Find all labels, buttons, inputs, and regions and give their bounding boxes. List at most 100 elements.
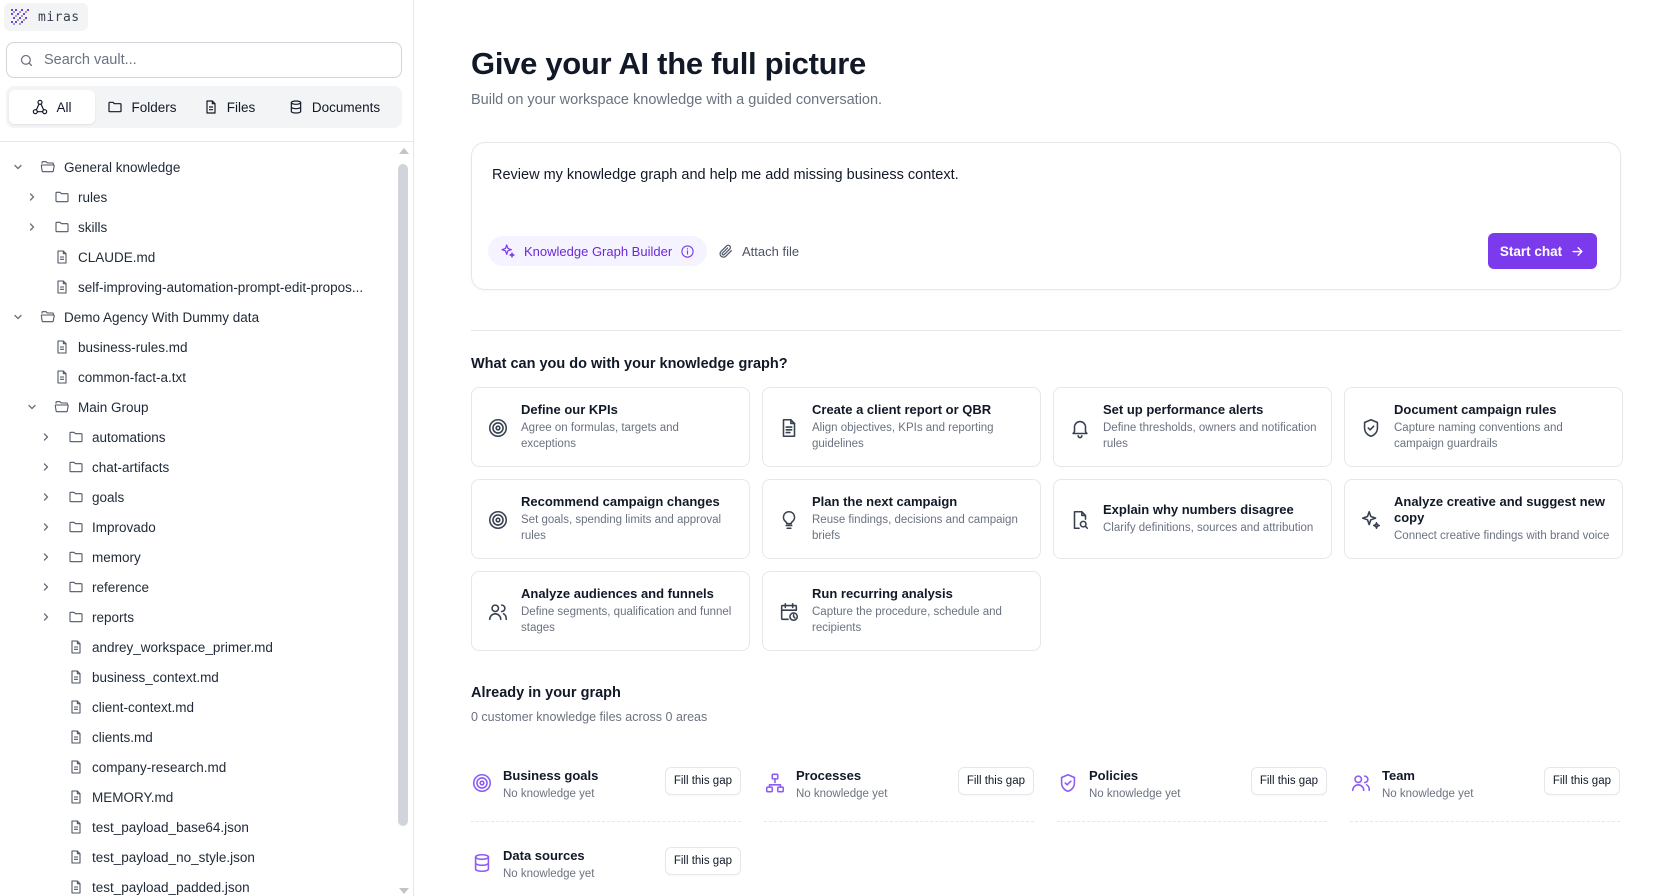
knowledge-area-status: No knowledge yet: [503, 788, 595, 800]
scroll-down-arrow-icon[interactable]: [399, 888, 409, 894]
start-chat-button[interactable]: Start chat: [1488, 233, 1597, 269]
tree-folder[interactable]: goals: [0, 482, 396, 512]
chevron-right-icon[interactable]: [40, 611, 52, 623]
tree-file[interactable]: MEMORY.md: [0, 782, 396, 812]
scroll-up-arrow-icon[interactable]: [399, 148, 409, 154]
action-card[interactable]: Document campaign rules Capture naming c…: [1344, 387, 1623, 467]
tree-folder[interactable]: skills: [0, 212, 396, 242]
file-icon: [57, 340, 67, 354]
tree-file[interactable]: self-improving-automation-prompt-edit-pr…: [0, 272, 396, 302]
action-card[interactable]: Run recurring analysis Capture the proce…: [762, 571, 1041, 651]
tree-file[interactable]: common-fact-a.txt: [0, 362, 396, 392]
tree-scrollbar[interactable]: [397, 148, 409, 896]
workflow-icon: [764, 772, 786, 794]
tab-files[interactable]: Files: [189, 90, 269, 124]
fill-gap-button[interactable]: Fill this gap: [664, 767, 741, 795]
chevron-right-icon[interactable]: [26, 221, 38, 233]
action-card[interactable]: Analyze creative and suggest new copy Co…: [1344, 479, 1623, 559]
tree-item-label: rules: [78, 190, 108, 205]
action-card[interactable]: Create a client report or QBR Align obje…: [762, 387, 1041, 467]
tree-item-label: memory: [92, 550, 141, 565]
scroll-thumb[interactable]: [398, 164, 408, 826]
chevron-down-icon[interactable]: [26, 401, 38, 413]
chevron-right-icon[interactable]: [40, 551, 52, 563]
tab-all[interactable]: All: [9, 90, 95, 124]
tree-folder[interactable]: memory: [0, 542, 396, 572]
composer-input[interactable]: Review my knowledge graph and help me ad…: [492, 167, 959, 183]
tree-file[interactable]: test_payload_base64.json: [0, 812, 396, 842]
action-card[interactable]: Define our KPIs Agree on formulas, targe…: [471, 387, 750, 467]
fill-gap-button[interactable]: Fill this gap: [957, 767, 1034, 795]
tab-folders[interactable]: Folders: [97, 90, 187, 124]
tree-file[interactable]: clients.md: [0, 722, 396, 752]
tree-item-label: common-fact-a.txt: [78, 370, 187, 385]
chevron-right-icon[interactable]: [40, 461, 52, 473]
chevron-right-icon[interactable]: [26, 191, 38, 203]
action-card-description: Align objectives, KPIs and reporting gui…: [812, 422, 994, 450]
tree-file[interactable]: business_context.md: [0, 662, 396, 692]
tree-folder[interactable]: reference: [0, 572, 396, 602]
tree-folder[interactable]: reports: [0, 602, 396, 632]
file-icon: [71, 880, 81, 894]
document-icon: [778, 417, 800, 439]
action-card-text: Create a client report or QBR Align obje…: [812, 388, 1028, 466]
chevron-down-icon[interactable]: [12, 161, 24, 173]
action-card-text: Analyze creative and suggest new copy Co…: [1394, 480, 1610, 558]
search-input[interactable]: [44, 52, 401, 68]
tree-folder[interactable]: chat-artifacts: [0, 452, 396, 482]
action-card[interactable]: Recommend campaign changes Set goals, sp…: [471, 479, 750, 559]
action-card-title: Define our KPIs: [521, 402, 618, 417]
knowledge-area-title: Team: [1382, 768, 1415, 783]
knowledge-area-title: Business goals: [503, 768, 599, 783]
tree-item-label: client-context.md: [92, 700, 195, 715]
tree-item-label: business_context.md: [92, 670, 219, 685]
file-icon: [71, 700, 81, 714]
fill-gap-button[interactable]: Fill this gap: [1543, 767, 1620, 795]
tab-files-label: Files: [226, 99, 256, 115]
chevron-right-icon[interactable]: [40, 581, 52, 593]
tree-file[interactable]: CLAUDE.md: [0, 242, 396, 272]
chevron-down-icon[interactable]: [12, 311, 24, 323]
fill-gap-button[interactable]: Fill this gap: [664, 847, 741, 875]
app-logo[interactable]: miras: [4, 3, 88, 31]
action-card[interactable]: Set up performance alerts Define thresho…: [1053, 387, 1332, 467]
action-card-description: Clarify definitions, sources and attribu…: [1103, 522, 1314, 534]
tree-file[interactable]: test_payload_padded.json: [0, 872, 396, 896]
action-card-title: Set up performance alerts: [1103, 402, 1264, 417]
tab-documents[interactable]: Documents: [271, 90, 397, 124]
tree-file[interactable]: company-research.md: [0, 752, 396, 782]
target-icon: [487, 509, 509, 531]
mode-pill[interactable]: Knowledge Graph Builder: [488, 236, 708, 266]
info-icon[interactable]: [680, 244, 695, 259]
action-card[interactable]: Analyze audiences and funnels Define seg…: [471, 571, 750, 651]
fill-gap-button[interactable]: Fill this gap: [1250, 767, 1327, 795]
tree-item-label: CLAUDE.md: [78, 250, 156, 265]
database-icon: [290, 100, 302, 114]
action-card[interactable]: Explain why numbers disagree Clarify def…: [1053, 479, 1332, 559]
tree-folder[interactable]: Main Group: [0, 392, 396, 422]
tree-file[interactable]: test_payload_no_style.json: [0, 842, 396, 872]
folder-icon: [108, 101, 123, 113]
mode-pill-label: Knowledge Graph Builder: [524, 243, 673, 259]
action-card[interactable]: Plan the next campaign Reuse findings, d…: [762, 479, 1041, 559]
chevron-right-icon[interactable]: [40, 521, 52, 533]
action-card-description: Agree on formulas, targets and exception…: [521, 422, 679, 450]
chevron-right-icon[interactable]: [40, 491, 52, 503]
chevron-right-icon[interactable]: [40, 431, 52, 443]
tree-folder[interactable]: Improvado: [0, 512, 396, 542]
search-box[interactable]: [6, 42, 402, 78]
tree-file[interactable]: client-context.md: [0, 692, 396, 722]
tree-folder[interactable]: General knowledge: [0, 152, 396, 182]
tree-item-label: andrey_workspace_primer.md: [92, 640, 273, 655]
attach-file-button[interactable]: Attach file: [718, 236, 799, 266]
tree-folder[interactable]: Demo Agency With Dummy data: [0, 302, 396, 332]
tree-file[interactable]: andrey_workspace_primer.md: [0, 632, 396, 662]
users-icon: [487, 601, 509, 623]
tree-item-label: goals: [92, 490, 125, 505]
action-card-text: Run recurring analysis Capture the proce…: [812, 572, 1028, 650]
tree-file[interactable]: business-rules.md: [0, 332, 396, 362]
bell-icon: [1069, 417, 1091, 439]
tree-folder[interactable]: automations: [0, 422, 396, 452]
tree-folder[interactable]: rules: [0, 182, 396, 212]
lightbulb-icon: [778, 509, 800, 531]
